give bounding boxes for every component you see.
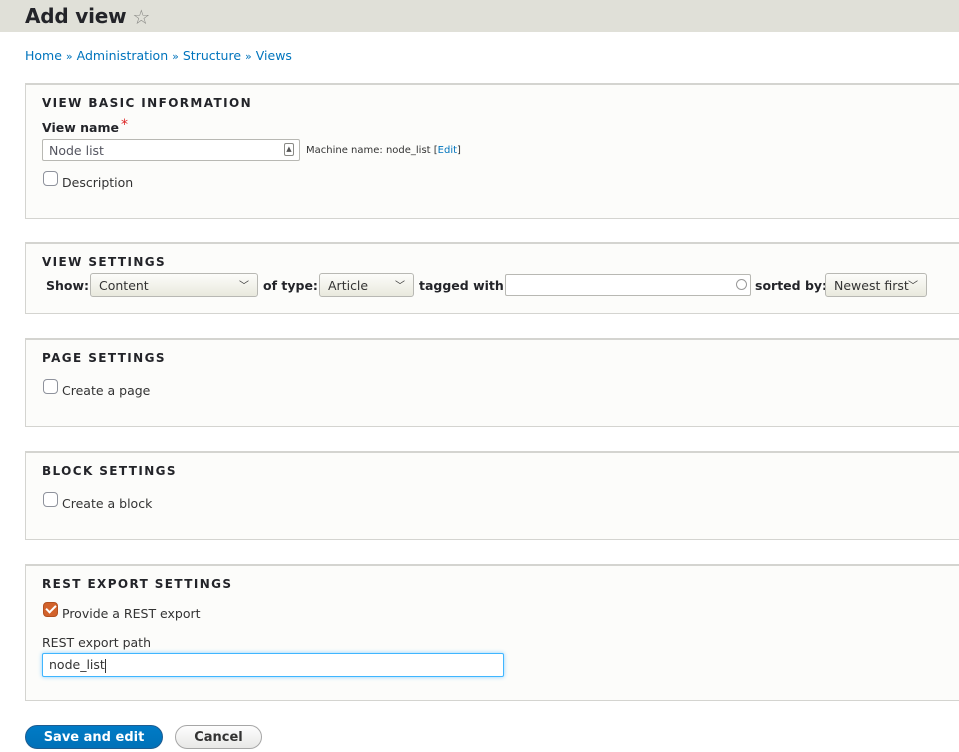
breadcrumb-separator: » — [245, 50, 252, 63]
cancel-button[interactable]: Cancel — [175, 725, 262, 749]
page-title-text: Add view — [25, 4, 126, 28]
tagged-label: tagged with: — [419, 278, 509, 293]
machine-name-suffix: ] — [457, 145, 461, 156]
create-block-checkbox[interactable] — [43, 492, 58, 507]
breadcrumb-separator: » — [66, 50, 73, 63]
fieldset-basic-information: View basic information View name* Node l… — [25, 83, 959, 219]
breadcrumb-structure[interactable]: Structure — [183, 48, 241, 63]
sorted-label: sorted by: — [755, 278, 827, 293]
machine-name: Machine name: node_list [Edit] — [306, 145, 461, 156]
type-select-value: Article — [328, 278, 368, 293]
autocomplete-throbber-icon — [736, 279, 747, 290]
fieldset-rest-export-settings: REST export settings Provide a REST expo… — [25, 564, 959, 701]
breadcrumb-home[interactable]: Home — [25, 48, 62, 63]
star-outline-icon[interactable]: ☆ — [132, 5, 150, 29]
legend-rest-export-settings: REST export settings — [42, 577, 232, 591]
show-select[interactable]: Content ﹀ — [90, 273, 258, 297]
breadcrumb-separator: » — [172, 50, 179, 63]
fieldset-page-settings: Page settings Create a page — [25, 338, 959, 427]
machine-name-text: Machine name: node_list [ — [306, 145, 438, 156]
view-name-label-text: View name — [42, 120, 119, 135]
breadcrumb-views[interactable]: Views — [256, 48, 292, 63]
legend-view-settings: View settings — [42, 255, 166, 269]
page-header: Add view☆ — [0, 0, 959, 32]
machine-name-edit-link[interactable]: Edit — [438, 145, 457, 156]
legend-block-settings: Block settings — [42, 464, 177, 478]
view-name-value: Node list — [49, 143, 104, 158]
breadcrumb-administration[interactable]: Administration — [77, 48, 168, 63]
description-checkbox[interactable] — [43, 171, 58, 186]
legend-page-settings: Page settings — [42, 351, 166, 365]
legend-basic-information: View basic information — [42, 96, 252, 110]
keyboard-icon: ▲ — [284, 143, 294, 156]
create-page-checkbox[interactable] — [43, 379, 58, 394]
type-select[interactable]: Article ﹀ — [319, 273, 414, 297]
description-label[interactable]: Description — [62, 175, 133, 190]
rest-path-value: node_list — [49, 657, 105, 672]
rest-path-input[interactable]: node_list — [42, 653, 504, 677]
show-label: Show: — [46, 278, 89, 293]
view-name-input[interactable]: Node list ▲ — [42, 139, 300, 161]
create-block-label[interactable]: Create a block — [62, 496, 152, 511]
type-label: of type: — [263, 278, 318, 293]
fieldset-block-settings: Block settings Create a block — [25, 451, 959, 540]
text-cursor — [105, 659, 106, 673]
chevron-down-icon: ﹀ — [395, 277, 405, 292]
sorted-select-value: Newest first — [834, 278, 909, 293]
sorted-select[interactable]: Newest first﹀ — [825, 273, 927, 297]
rest-export-checkbox[interactable] — [43, 602, 58, 617]
tagged-with-input[interactable] — [505, 274, 751, 296]
breadcrumb: Home » Administration » Structure » Views — [0, 32, 959, 82]
create-page-label[interactable]: Create a page — [62, 383, 150, 398]
chevron-down-icon: ﹀ — [908, 277, 918, 292]
save-and-edit-button[interactable]: Save and edit — [25, 725, 163, 749]
required-marker: * — [121, 117, 128, 133]
rest-export-label[interactable]: Provide a REST export — [62, 606, 201, 621]
rest-path-label: REST export path — [42, 635, 151, 650]
chevron-down-icon: ﹀ — [239, 277, 249, 292]
page-title: Add view☆ — [25, 4, 150, 28]
show-select-value: Content — [99, 278, 149, 293]
fieldset-view-settings: View settings Show: Content ﹀ of type: Ar… — [25, 242, 959, 314]
view-name-label: View name* — [42, 120, 128, 136]
